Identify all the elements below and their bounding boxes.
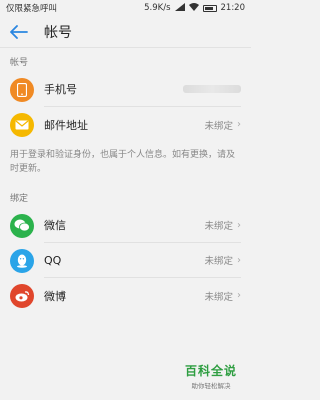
email-label: 邮件地址 [44,118,88,132]
list-item-qq[interactable]: QQ 未绑定 › [0,243,251,278]
chevron-right-icon: › [237,219,241,231]
status-speed: 5.9K/s [144,3,171,13]
phone-value-redacted [183,85,241,93]
wifi-icon [188,2,199,14]
weibo-label: 微博 [44,289,66,303]
chevron-right-icon: › [237,119,241,130]
wechat-label: 微信 [44,219,66,232]
app-header: 帐号 [0,16,251,48]
status-bar: 仅限紧急呼叫 5.9K/s 21:20 [0,0,251,16]
binding-list: 微信 未绑定 › QQ 未绑定 › 微博 未绑定 › [0,208,251,313]
battery-icon [202,4,217,12]
watermark-subtitle: 助你轻松解决 [191,382,231,390]
status-time: 21:20 [220,3,246,13]
phone-icon [10,77,34,102]
watermark-title: 百科全说 [184,364,237,378]
list-item-weibo[interactable]: 微博 未绑定 › [0,278,251,313]
qq-icon [10,248,34,273]
back-arrow-icon[interactable] [10,22,30,42]
account-list: 手机号 邮件地址 未绑定 › [0,72,251,142]
page-title: 帐号 [44,24,72,41]
qq-label: QQ [44,253,62,267]
list-item-phone[interactable]: 手机号 [0,72,251,107]
mail-icon [10,112,34,137]
chevron-right-icon: › [237,290,241,301]
chevron-right-icon: › [237,254,241,266]
email-status: 未绑定 [204,120,233,132]
section-label-binding: 绑定 [10,194,29,204]
watermark-logo: 百科全说 助你轻松解决 [185,362,237,390]
weibo-status: 未绑定 [204,291,233,303]
status-carrier: 仅限紧急呼叫 [6,4,58,14]
wechat-status: 未绑定 [204,221,233,232]
phone-label: 手机号 [44,83,77,96]
qq-status: 未绑定 [204,256,233,267]
account-notice: 用于登录和验证身份，也属于个人信息。如有更换，请及时更新。 [10,150,236,174]
signal-icon [174,2,185,14]
list-item-wechat[interactable]: 微信 未绑定 › [0,208,251,243]
list-item-email[interactable]: 邮件地址 未绑定 › [0,107,251,142]
weibo-icon [10,283,34,308]
section-label-account: 帐号 [10,58,29,68]
wechat-icon [10,213,34,238]
